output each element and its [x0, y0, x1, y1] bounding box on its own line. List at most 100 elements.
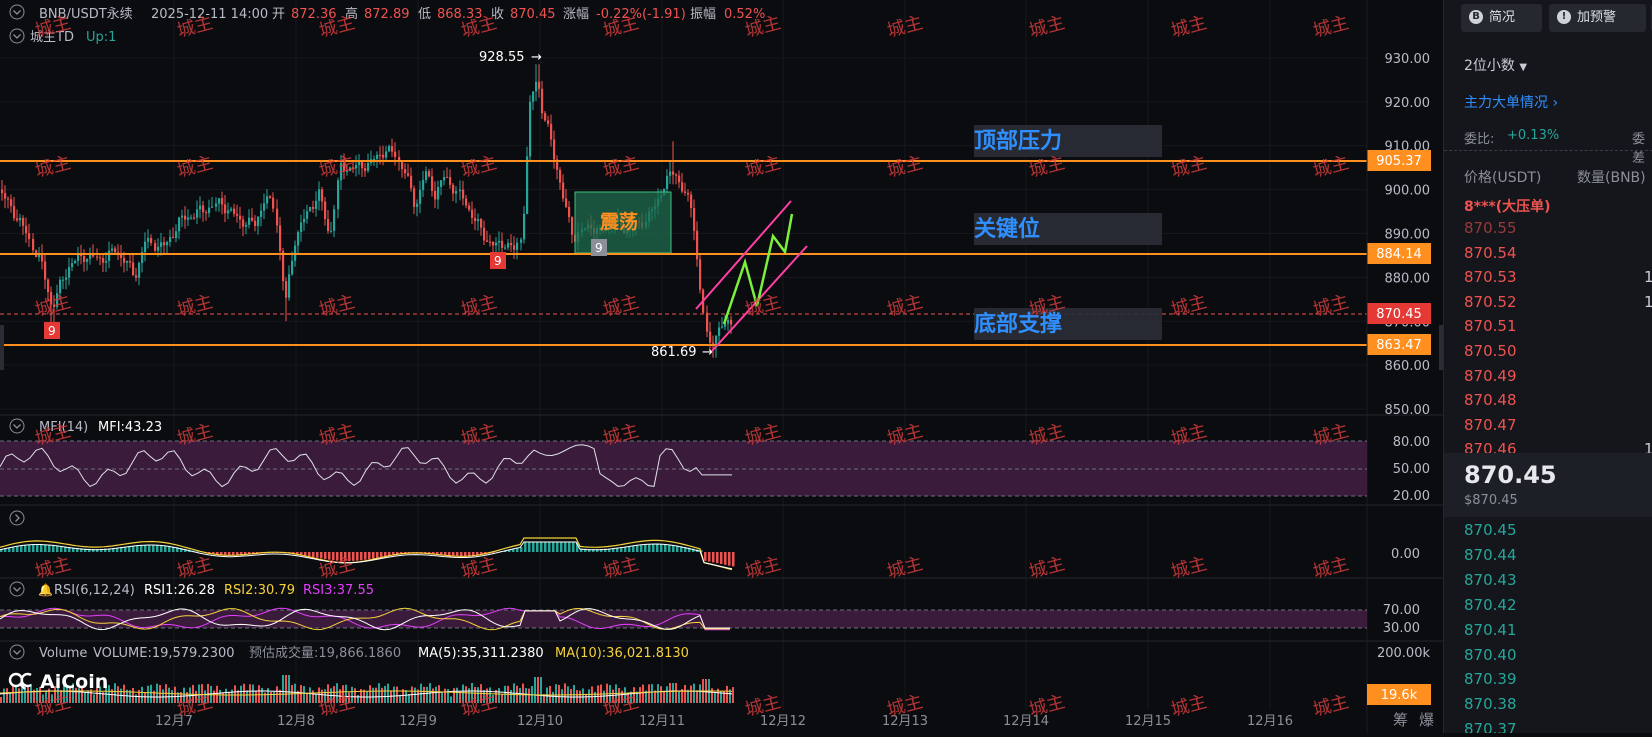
bid-row[interactable]: 870.44 [1464, 543, 1652, 568]
macd-bar [648, 544, 651, 552]
decimals-select[interactable]: 2位小数 ▼ [1464, 55, 1527, 75]
rsi2-value: RSI2:30.79 [224, 583, 295, 598]
macd-bar [708, 552, 711, 562]
alert-icon: ! [1557, 10, 1571, 24]
summary-button[interactable]: B简况 [1461, 4, 1542, 32]
left-scroll-handle[interactable] [0, 325, 4, 370]
macd-bar [664, 544, 667, 552]
candle-body [364, 168, 366, 171]
ask-row[interactable]: 870.531 [1464, 265, 1652, 290]
high-arrow-icon: → [531, 50, 542, 65]
bid-row[interactable]: 870.42 [1464, 593, 1652, 618]
candle-body [571, 217, 573, 235]
chart-svg[interactable]: BNB/USDT永续 2025-12-11 14:00 开 872.36 高 8… [0, 0, 1443, 733]
ask-row[interactable]: 870.55 [1464, 216, 1652, 241]
candle-body [459, 190, 461, 192]
candle-body [86, 259, 88, 262]
bid-row[interactable]: 870.40 [1464, 643, 1652, 668]
ask-row[interactable]: 870.51 [1464, 314, 1652, 339]
candle-body [230, 209, 232, 211]
low-price-label: 861.69 [651, 345, 697, 360]
macd-bar [728, 552, 731, 566]
candle-body [190, 217, 192, 218]
time-label: 12月9 [399, 714, 437, 729]
liquidation-button[interactable]: 爆 [1419, 711, 1434, 729]
candle-body [391, 146, 393, 152]
chart-area[interactable]: BNB/USDT永续 2025-12-11 14:00 开 872.36 高 8… [0, 0, 1443, 733]
macd-bar [460, 552, 463, 556]
volume-bar [288, 675, 290, 703]
candle-body [443, 177, 445, 180]
macd-bar [44, 544, 47, 552]
volume-bar [441, 692, 443, 703]
bid-row[interactable]: 870.39 [1464, 667, 1652, 692]
bid-row[interactable]: 870.41 [1464, 618, 1652, 643]
volume-axis-top: 200.00k [1377, 646, 1430, 661]
time-label: 12月10 [517, 714, 563, 729]
ask-price: 870.50 [1464, 342, 1517, 360]
candle-body [718, 328, 720, 336]
ask-row[interactable]: 870.48 [1464, 388, 1652, 413]
candle-body [529, 102, 531, 157]
macd-bar [532, 542, 535, 552]
candle-body [477, 219, 479, 221]
alert-button[interactable]: !加预警 [1549, 4, 1646, 32]
candle-body [501, 241, 503, 248]
ask-row[interactable]: 870.47 [1464, 413, 1652, 438]
macd-bar [568, 542, 571, 552]
candle-body [526, 156, 528, 214]
candle-body [254, 221, 256, 226]
candle-body [157, 247, 159, 251]
candle-body [550, 124, 552, 140]
ratio-label-2: 委差 [1632, 128, 1652, 166]
candle-body [166, 242, 168, 245]
macd-bar [644, 544, 647, 552]
candle-body [4, 193, 6, 198]
ask-price: 870.53 [1464, 268, 1517, 286]
chips-button[interactable]: 筹 [1393, 711, 1408, 729]
candle-body [361, 162, 363, 168]
rsi-level-30: 30.00 [1383, 621, 1420, 636]
macd-bar [312, 552, 315, 557]
big-sell-order[interactable]: 8***(大压单) [1464, 196, 1551, 216]
macd-bar [544, 542, 547, 552]
volume-bar [243, 684, 245, 703]
volume-bar [252, 685, 254, 703]
volume-bar [675, 683, 677, 703]
candle-body [440, 180, 442, 187]
high-value: 872.89 [364, 7, 410, 22]
candle-body [193, 217, 195, 218]
candle-body [150, 238, 152, 243]
candle-body [71, 263, 73, 267]
bid-row[interactable]: 870.43 [1464, 568, 1652, 593]
candle-body [504, 248, 506, 249]
ask-row[interactable]: 870.50 [1464, 339, 1652, 364]
volume-bar [657, 684, 659, 703]
candle-body [202, 206, 204, 213]
bid-row[interactable]: 870.38 [1464, 692, 1652, 717]
bid-row[interactable]: 870.37 [1464, 717, 1652, 733]
candle-body [269, 196, 271, 198]
close-value: 870.45 [510, 7, 556, 22]
candle-body [160, 242, 162, 247]
candle-body [413, 188, 415, 207]
chevron-right-icon: › [1552, 95, 1558, 111]
bid-row[interactable]: 870.45 [1464, 518, 1652, 543]
bell-icon[interactable]: 🔔 [38, 583, 53, 597]
ask-row[interactable]: 870.49 [1464, 364, 1652, 389]
volume-bar [393, 687, 395, 703]
big-orders-link[interactable]: 主力大单情况 › [1464, 92, 1558, 112]
macd-bar [308, 552, 311, 556]
candle-body [330, 231, 332, 232]
ask-row[interactable]: 870.521 [1464, 290, 1652, 315]
candle-body [19, 218, 21, 220]
volume-bar [357, 695, 359, 703]
volume-bar [642, 685, 644, 703]
ask-row[interactable]: 870.54 [1464, 241, 1652, 266]
ratio-label: 委比: [1464, 128, 1494, 147]
volume-bar [561, 689, 563, 703]
summary-label: 简况 [1489, 10, 1515, 25]
candle-body [498, 241, 500, 243]
logo-text: AiCoin [40, 671, 108, 693]
macd-bar [28, 545, 31, 552]
